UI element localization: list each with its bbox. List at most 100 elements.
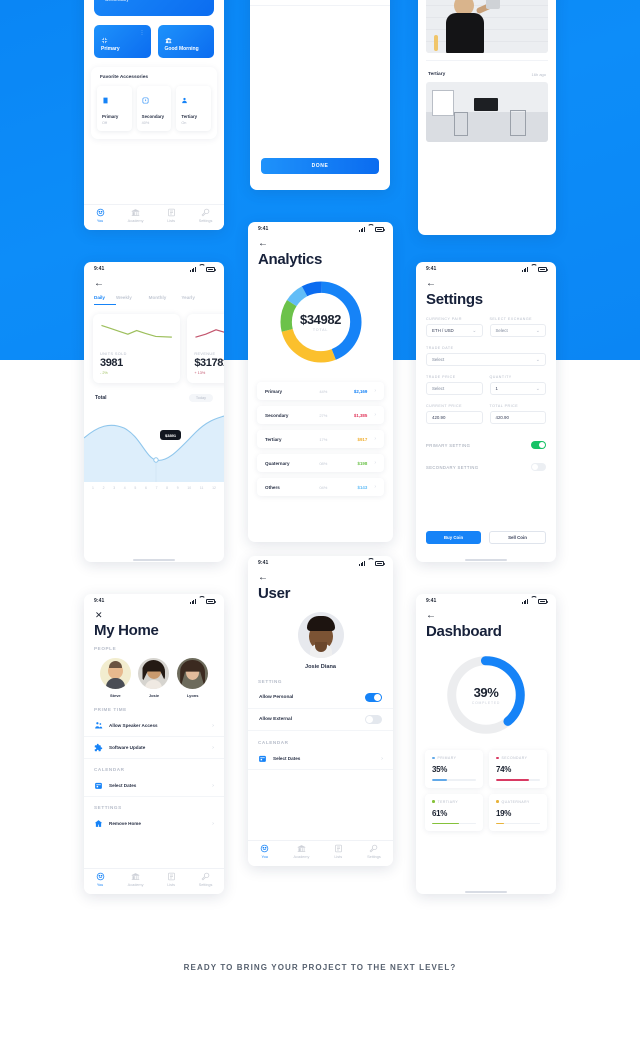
- nav-you[interactable]: You: [260, 844, 269, 859]
- stat-value: 74%: [496, 765, 512, 774]
- menu-software-update[interactable]: Software Update ›: [84, 737, 224, 759]
- row-bridge[interactable]: Bridge ›: [250, 0, 390, 6]
- currency-pair-select[interactable]: ETH / USD ⌄: [426, 324, 483, 337]
- chevron-right-icon: ›: [381, 755, 383, 762]
- stat-card-primary[interactable]: PRIMARY 35%: [425, 750, 483, 788]
- nav-academy[interactable]: Academy: [128, 208, 143, 223]
- nav-academy[interactable]: Academy: [294, 844, 309, 859]
- quantity-select[interactable]: 1 ⌄: [489, 382, 546, 395]
- breakdown-row-tertiary[interactable]: Tertiary 17% $917 ›: [257, 430, 384, 448]
- status-bar: 9:41: [84, 262, 224, 276]
- nav-settings[interactable]: Settings: [198, 208, 213, 223]
- toggle-row-secondary[interactable]: SECONDARY SETTING: [426, 456, 546, 478]
- kpi-cards: UNITS SOLD 3981 - 2% REVENUE $31781 + 13…: [93, 314, 224, 383]
- trade-price-input[interactable]: Select: [426, 382, 483, 395]
- tile-good-morning[interactable]: Good Morning: [157, 25, 214, 58]
- menu-remove-home[interactable]: Remove Home ›: [84, 813, 224, 834]
- nav-label: Lists: [334, 854, 343, 859]
- nav-label: Settings: [198, 218, 213, 223]
- nav-lists[interactable]: Lists: [334, 844, 343, 859]
- tab-monthly[interactable]: Monthly: [149, 295, 182, 305]
- nav-you[interactable]: You: [96, 208, 105, 223]
- sell-coin-button[interactable]: Sell Coin: [489, 531, 546, 544]
- ring-value: 39%: [473, 685, 499, 700]
- person-steve[interactable]: Steve: [99, 658, 131, 698]
- breakdown-list: Primary 44% $2,169 › Secondary 27% $1,38…: [248, 382, 393, 496]
- stat-label: SECONDARY: [501, 756, 528, 760]
- secondary-setting-toggle[interactable]: [531, 463, 546, 471]
- person-josie[interactable]: Josie: [138, 658, 170, 698]
- breakdown-row-quaternary[interactable]: Quaternary 08% $198 ›: [257, 454, 384, 472]
- stat-label: PRIMARY: [437, 756, 457, 760]
- exchange-select[interactable]: Select ⌄: [489, 324, 546, 337]
- x-tick: 6: [144, 486, 147, 490]
- panel-title: Favorite Accessories: [100, 75, 149, 80]
- toggle-row-primary[interactable]: PRIMARY SETTING: [426, 434, 546, 456]
- x-tick: 7: [155, 486, 158, 490]
- bank-icon: [131, 873, 140, 881]
- prime-time-list: Allow Speaker Access › Software Update ›: [84, 715, 224, 759]
- primary-setting-toggle[interactable]: [531, 441, 546, 449]
- nav-lists[interactable]: Lists: [167, 872, 176, 887]
- stat-card-secondary[interactable]: SECONDARY 74%: [489, 750, 547, 788]
- kpi-units-sold[interactable]: UNITS SOLD 3981 - 2%: [93, 314, 181, 383]
- stat-value: 61%: [432, 808, 448, 818]
- breakdown-row-secondary[interactable]: Secondary 27% $1,385 ›: [257, 406, 384, 424]
- chevron-down-icon: ⌄: [472, 327, 477, 334]
- feed-ago: 16h ago: [531, 72, 546, 77]
- menu-allow-speaker-access[interactable]: Allow Speaker Access ›: [84, 715, 224, 737]
- nav-academy[interactable]: Academy: [128, 872, 143, 887]
- back-button[interactable]: ←: [416, 608, 556, 621]
- back-button[interactable]: ←: [248, 236, 393, 249]
- breakdown-row-others[interactable]: Others 04% $143 ›: [257, 478, 384, 496]
- calendar-icon: [95, 782, 102, 789]
- section-setting: SETTING: [258, 679, 283, 684]
- kpi-revenue[interactable]: REVENUE $31781 + 13%: [187, 314, 224, 383]
- accessory-primary[interactable]: Primary Off: [97, 86, 132, 131]
- chevron-right-icon: ›: [374, 412, 376, 418]
- row-name: Primary: [265, 388, 283, 394]
- accessory-secondary[interactable]: Secondary 40%: [136, 86, 172, 131]
- buy-coin-button[interactable]: Buy Coin: [426, 531, 481, 544]
- tab-weekly[interactable]: Weekly: [116, 295, 149, 305]
- back-button[interactable]: ←: [248, 570, 393, 583]
- current-price-input[interactable]: 420.90: [426, 411, 483, 424]
- feed-card-2[interactable]: Secondary 4h ago: [426, 0, 548, 53]
- allow-external-toggle[interactable]: [365, 715, 382, 724]
- kpi-label: UNITS SOLD: [100, 352, 127, 356]
- tile-primary[interactable]: ⋮ Primary: [94, 25, 151, 58]
- row-allow-personal[interactable]: Allow Personal: [248, 687, 393, 709]
- menu-select-dates[interactable]: Select Dates ›: [84, 775, 224, 797]
- signal-icon: [521, 598, 528, 604]
- tab-daily[interactable]: Daily: [94, 295, 116, 305]
- stat-card-quaternary[interactable]: QUATERNARY 19%: [489, 793, 547, 832]
- row-pct: 04%: [319, 484, 328, 490]
- chevron-right-icon: ›: [374, 436, 376, 442]
- nav-settings[interactable]: Settings: [199, 872, 212, 887]
- nav-you[interactable]: You: [96, 872, 105, 887]
- stat-card-tertiary[interactable]: TERTIARY 61%: [425, 793, 483, 832]
- back-button[interactable]: ←: [416, 276, 556, 289]
- menu-select-dates[interactable]: Select Dates ›: [248, 748, 393, 770]
- x-tick: 4: [123, 486, 126, 490]
- tab-yearly[interactable]: Yearly: [181, 295, 214, 305]
- field-currency-pair: CURRENCY PAIR ETH / USD ⌄: [426, 317, 483, 337]
- back-button[interactable]: ←: [84, 276, 224, 289]
- range-pill[interactable]: Today: [188, 394, 213, 402]
- feed-card-3[interactable]: Tertiary 16h ago: [426, 65, 548, 142]
- accessory-tertiary[interactable]: Tertiary On: [176, 86, 212, 131]
- done-button[interactable]: DONE: [261, 158, 379, 174]
- nav-settings[interactable]: Settings: [367, 844, 381, 859]
- total-price-input[interactable]: 420.90: [489, 411, 546, 424]
- person-lyons[interactable]: Lyons: [177, 658, 209, 698]
- row-allow-external[interactable]: Allow External: [248, 709, 393, 731]
- allow-personal-toggle[interactable]: [365, 693, 382, 702]
- x-tick: 9: [176, 486, 179, 490]
- status-bar: 9:41: [416, 262, 556, 276]
- breakdown-row-primary[interactable]: Primary 44% $2,169 ›: [257, 382, 384, 400]
- phone-analytics-daily: 9:41 ← Daily Weekly Monthly Yearly UNITS…: [84, 262, 224, 562]
- close-button[interactable]: ✕: [84, 608, 224, 620]
- trade-date-select[interactable]: Select ⌄: [426, 353, 546, 366]
- more-icon[interactable]: ⋮: [140, 30, 145, 36]
- nav-lists[interactable]: Lists: [167, 208, 176, 223]
